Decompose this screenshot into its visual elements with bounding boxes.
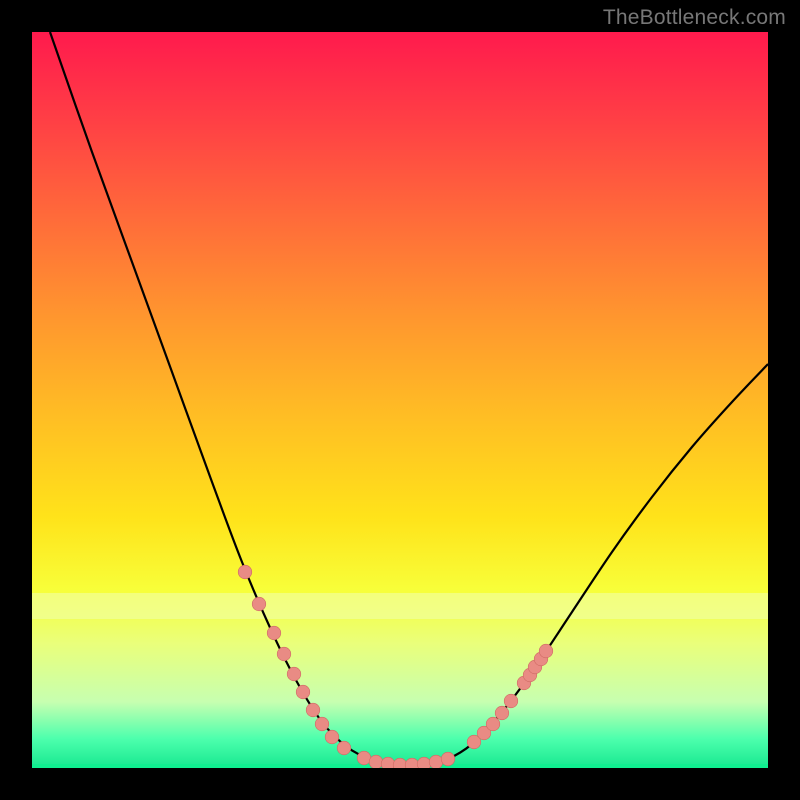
data-point-bottom <box>393 758 407 768</box>
data-point-right <box>495 706 509 720</box>
plot-area <box>32 32 768 768</box>
data-point-bottom <box>357 751 371 765</box>
data-point-left <box>238 565 252 579</box>
bottleneck-curve <box>50 32 768 765</box>
data-point-left <box>287 667 301 681</box>
chart-svg <box>32 32 768 768</box>
data-point-bottom <box>369 755 383 768</box>
data-point-right <box>539 644 553 658</box>
data-point-bottom <box>441 752 455 766</box>
data-point-left <box>252 597 266 611</box>
highlight-band <box>32 593 768 619</box>
data-point-right <box>486 717 500 731</box>
data-point-right <box>504 694 518 708</box>
data-point-left <box>337 741 351 755</box>
data-point-bottom <box>381 757 395 768</box>
watermark-text: TheBottleneck.com <box>603 6 786 30</box>
data-point-left <box>296 685 310 699</box>
chart-frame: TheBottleneck.com <box>0 0 800 800</box>
data-point-left <box>267 626 281 640</box>
data-point-left <box>315 717 329 731</box>
data-point-left <box>277 647 291 661</box>
data-point-bottom <box>405 758 419 768</box>
data-point-left <box>325 730 339 744</box>
data-point-bottom <box>429 755 443 768</box>
data-point-bottom <box>417 757 431 768</box>
data-point-left <box>306 703 320 717</box>
